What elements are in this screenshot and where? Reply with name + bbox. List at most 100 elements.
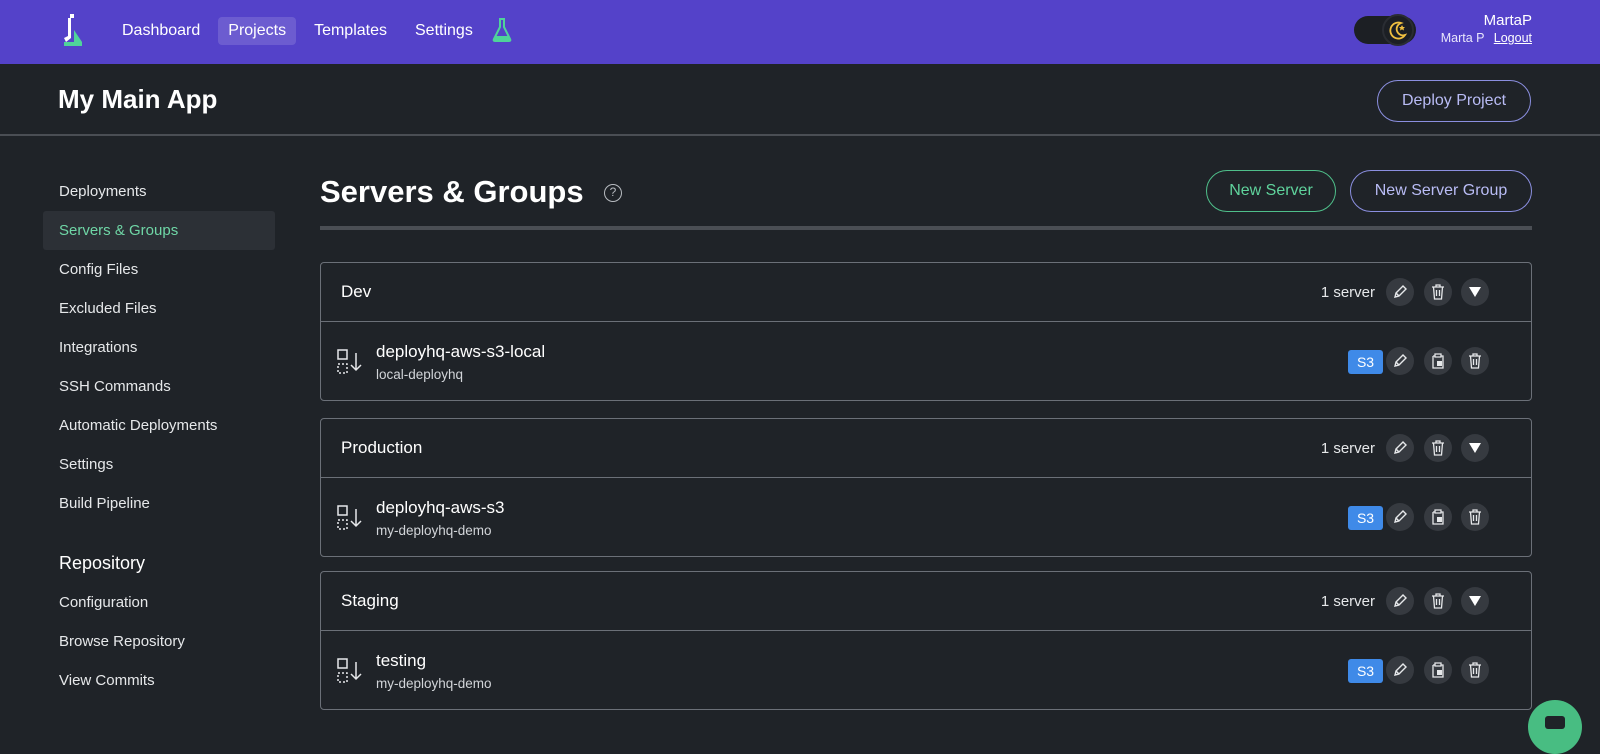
protocol-badge: S3 [1348, 659, 1383, 683]
edit-group-button[interactable] [1386, 587, 1414, 615]
sidebar-item-ssh-commands[interactable]: SSH Commands [43, 367, 275, 406]
chat-widget-button[interactable] [1528, 700, 1582, 754]
triangle-down-icon [1469, 287, 1481, 297]
username: MartaP [1483, 12, 1532, 29]
group-header: Production 1 server [321, 419, 1531, 478]
edit-server-button[interactable] [1386, 656, 1414, 684]
group-name: Production [341, 438, 423, 457]
server-group-card: Dev 1 server deployhq-aws-s3-local local… [320, 262, 1532, 401]
nav-dashboard[interactable]: Dashboard [112, 17, 210, 45]
project-header: My Main App [0, 64, 1600, 136]
delete-server-button[interactable] [1461, 347, 1489, 375]
server-deploy-icon [337, 349, 362, 374]
trash-icon [1432, 284, 1444, 300]
group-server-count: 1 server [1320, 593, 1375, 610]
top-navbar: Dashboard Projects Templates Settings Ma… [0, 0, 1600, 64]
theme-toggle[interactable] [1354, 14, 1416, 46]
trash-icon [1432, 440, 1444, 456]
chat-icon [1545, 716, 1565, 729]
delete-group-button[interactable] [1424, 587, 1452, 615]
flask-icon[interactable] [491, 17, 513, 43]
sidebar-item-deployments[interactable]: Deployments [43, 172, 275, 211]
triangle-down-icon [1469, 596, 1481, 606]
pencil-icon [1394, 285, 1407, 298]
clipboard-icon [1432, 662, 1444, 678]
group-server-count: 1 server [1320, 440, 1375, 457]
protocol-badge: S3 [1348, 350, 1383, 374]
deployhq-logo-icon[interactable] [58, 12, 88, 48]
page-title: Servers & Groups [320, 174, 584, 209]
nav-templates[interactable]: Templates [304, 17, 397, 45]
pencil-icon [1394, 594, 1407, 607]
nav-projects[interactable]: Projects [218, 17, 297, 45]
user-menu: MartaP Marta P Logout [1441, 12, 1532, 45]
delete-server-button[interactable] [1461, 656, 1489, 684]
copy-server-button[interactable] [1424, 347, 1452, 375]
server-row[interactable]: deployhq-aws-s3-local local-deployhq S3 [321, 322, 1531, 400]
group-header: Dev 1 server [321, 263, 1531, 322]
server-deploy-icon [337, 505, 362, 530]
pencil-icon [1394, 663, 1407, 676]
sidebar-item-build-pipeline[interactable]: Build Pipeline [43, 484, 275, 523]
expand-group-button[interactable] [1461, 587, 1489, 615]
expand-group-button[interactable] [1461, 434, 1489, 462]
delete-group-button[interactable] [1424, 278, 1452, 306]
server-row[interactable]: testing my-deployhq-demo S3 [321, 631, 1531, 709]
group-name: Staging [341, 591, 399, 610]
pencil-icon [1394, 441, 1407, 454]
logout-link[interactable]: Logout [1494, 31, 1532, 45]
edit-server-button[interactable] [1386, 347, 1414, 375]
copy-server-button[interactable] [1424, 656, 1452, 684]
help-icon[interactable]: ? [604, 184, 622, 202]
server-bucket: local-deployhq [376, 367, 464, 382]
new-server-group-button[interactable]: New Server Group [1350, 170, 1532, 212]
group-server-count: 1 server [1320, 284, 1375, 301]
main-nav: Dashboard Projects Templates Settings [112, 17, 483, 45]
project-title: My Main App [58, 84, 218, 114]
new-server-button[interactable]: New Server [1206, 170, 1336, 212]
clipboard-icon [1432, 509, 1444, 525]
server-name[interactable]: deployhq-aws-s3 [376, 498, 505, 518]
moon-icon [1382, 14, 1414, 46]
expand-group-button[interactable] [1461, 278, 1489, 306]
pencil-icon [1394, 354, 1407, 367]
trash-icon [1432, 593, 1444, 609]
user-full-name: Marta P [1440, 31, 1485, 45]
edit-group-button[interactable] [1386, 434, 1414, 462]
nav-settings[interactable]: Settings [405, 17, 483, 45]
edit-server-button[interactable] [1386, 503, 1414, 531]
deploy-project-button[interactable]: Deploy Project [1377, 80, 1531, 122]
sidebar-item-integrations[interactable]: Integrations [43, 328, 275, 367]
sidebar-item-browse-repository[interactable]: Browse Repository [43, 622, 275, 661]
server-group-card: Staging 1 server testing my-deployhq-dem… [320, 571, 1532, 710]
sidebar-item-config-files[interactable]: Config Files [43, 250, 275, 289]
sidebar-item-servers-groups[interactable]: Servers & Groups [43, 211, 275, 250]
server-row[interactable]: deployhq-aws-s3 my-deployhq-demo S3 [321, 478, 1531, 556]
server-bucket: my-deployhq-demo [376, 676, 492, 691]
edit-group-button[interactable] [1386, 278, 1414, 306]
protocol-badge: S3 [1348, 506, 1383, 530]
delete-server-button[interactable] [1461, 503, 1489, 531]
server-name[interactable]: testing [376, 651, 426, 671]
trash-icon [1469, 509, 1481, 525]
copy-server-button[interactable] [1424, 503, 1452, 531]
server-group-card: Production 1 server deployhq-aws-s3 my-d… [320, 418, 1532, 557]
sidebar-item-automatic-deployments[interactable]: Automatic Deployments [43, 406, 275, 445]
sidebar-item-settings[interactable]: Settings [43, 445, 275, 484]
clipboard-icon [1432, 353, 1444, 369]
sidebar-item-excluded-files[interactable]: Excluded Files [43, 289, 275, 328]
sidebar-item-view-commits[interactable]: View Commits [43, 661, 275, 700]
pencil-icon [1394, 510, 1407, 523]
triangle-down-icon [1469, 443, 1481, 453]
trash-icon [1469, 353, 1481, 369]
server-bucket: my-deployhq-demo [376, 523, 492, 538]
sidebar-item-configuration[interactable]: Configuration [43, 583, 275, 622]
group-header: Staging 1 server [321, 572, 1531, 631]
project-sidebar: Deployments Servers & Groups Config File… [43, 172, 275, 700]
server-name[interactable]: deployhq-aws-s3-local [376, 342, 545, 362]
title-divider [320, 226, 1532, 230]
delete-group-button[interactable] [1424, 434, 1452, 462]
trash-icon [1469, 662, 1481, 678]
group-name: Dev [341, 282, 372, 301]
server-deploy-icon [337, 658, 362, 683]
